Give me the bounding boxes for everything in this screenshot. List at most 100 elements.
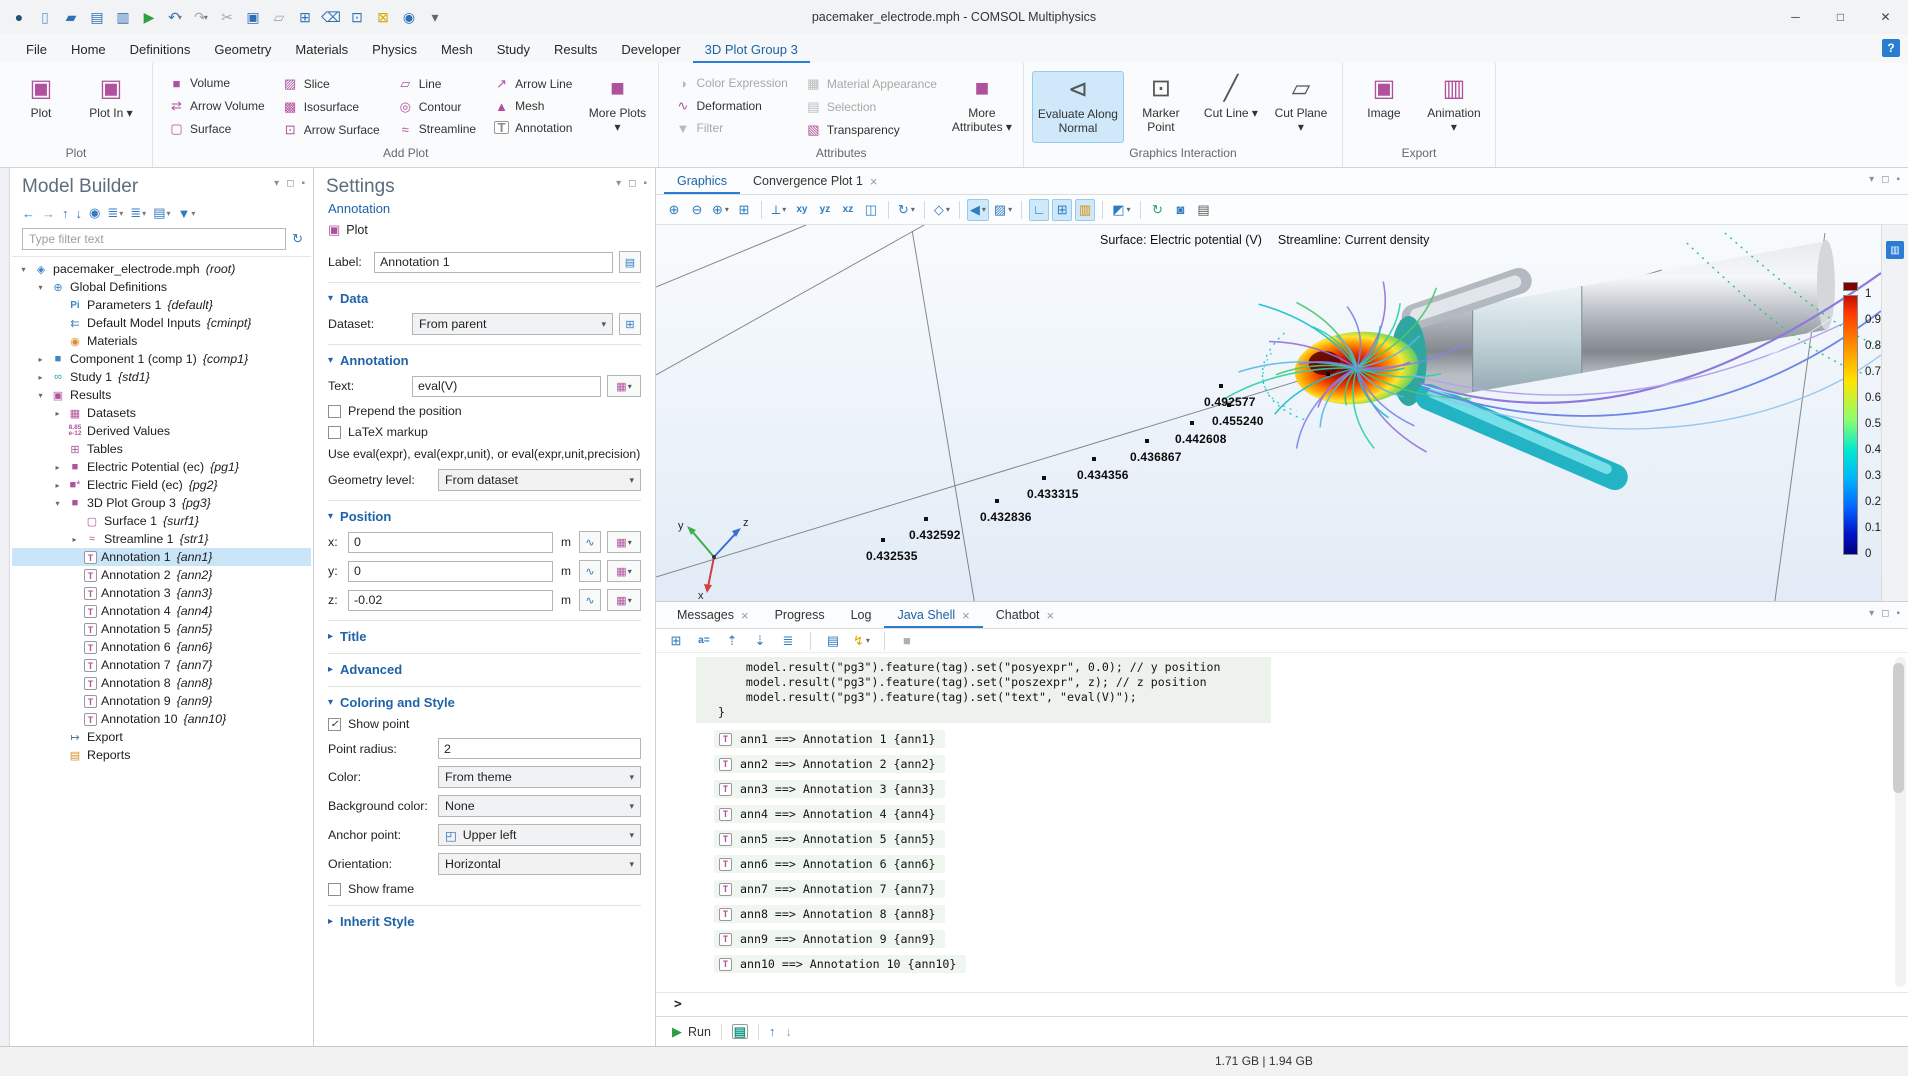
help-icon[interactable]: ? [1882,39,1900,57]
highlight-button[interactable]: ↯▾ [851,630,872,652]
label-input[interactable] [374,252,613,273]
point-radius-input[interactable] [438,738,641,759]
console-tab-progress[interactable]: Progress [762,602,838,628]
transparency-3d-button[interactable]: ▨▾ [992,199,1014,221]
delete-button[interactable]: ⌫ [320,5,342,29]
geometry-level-select[interactable]: From dataset ▾ [438,469,641,491]
chevron-down-icon[interactable]: ▾ [166,209,170,218]
redo-button[interactable]: ↷▾ [190,5,212,29]
open-button[interactable]: ▰ [60,5,82,29]
scene-camera-button[interactable]: ◫ [861,199,881,221]
zoom-extents-button[interactable]: ⊞ [734,199,754,221]
console-tab-chatbot[interactable]: Chatbot× [983,602,1067,628]
chevron-down-icon[interactable]: ▾ [1008,205,1012,214]
plot-button[interactable]: ▣Plot [8,71,74,143]
wrap-button[interactable]: ≣ [778,630,798,652]
history-down-button[interactable]: ↓ [785,1024,792,1039]
back-button[interactable]: ← [22,206,35,221]
z-menu-button[interactable]: ▦ ▾ [607,589,641,611]
orientation-select[interactable]: Horizontal ▾ [438,853,641,875]
chevron-down-icon[interactable]: ▾ [142,209,146,218]
tree-item-component-1-comp-1[interactable]: ▸■Component 1 (comp 1){comp1} [12,350,311,368]
find-button[interactable]: ◉ [398,5,420,29]
print-button[interactable]: ▤ [1194,199,1214,221]
run-button[interactable]: ▶ Run [672,1024,711,1040]
menu-definitions[interactable]: Definitions [118,34,203,63]
select-box-button[interactable]: ⊡ [346,5,368,29]
copy-button[interactable]: ▣ [242,5,264,29]
refresh-icon[interactable]: ↻ [292,231,303,247]
show-button[interactable]: ◉ [89,205,100,221]
chevron-down-icon[interactable]: ▾ [725,205,729,214]
forward-button[interactable]: → [42,206,55,221]
tree-item-annotation-6[interactable]: TAnnotation 6{ann6} [12,638,311,656]
marker-point-button[interactable]: ⊡Marker Point [1128,71,1194,143]
triad-toggle-button[interactable]: ∟ [1029,199,1049,221]
collapsed-panel-icon[interactable]: ▥ [1886,241,1904,259]
environment-button[interactable]: ◇▾ [932,199,952,221]
paste-button[interactable]: ▱ [268,5,290,29]
maximize-button[interactable]: □ [1818,0,1863,34]
view-xy-button[interactable]: xy [792,199,812,221]
add-dataset-button[interactable]: ⊞ [619,313,641,335]
down-button[interactable]: ↓ [76,206,83,221]
tree-item-annotation-1[interactable]: TAnnotation 1{ann1} [12,548,311,566]
expander-icon[interactable]: ▾ [18,265,29,274]
tree-item-electric-potential-ec[interactable]: ▸■Electric Potential (ec){pg1} [12,458,311,476]
history-up-button[interactable]: ↑ [769,1024,776,1039]
tree-item-results[interactable]: ▾▣Results [12,386,311,404]
expander-icon[interactable]: ▾ [35,391,46,400]
streamline-button[interactable]: ≈Streamline [394,121,480,138]
tab-3d-plot-group-3[interactable]: 3D Plot Group 3 [693,34,810,63]
tree-item-3d-plot-group-3[interactable]: ▾■3D Plot Group 3{pg3} [12,494,311,512]
close-tab-icon[interactable]: × [1047,608,1055,623]
menu-study[interactable]: Study [485,34,542,63]
panel-pin-icon[interactable]: ▪ [1896,608,1900,619]
annotation-text-input[interactable] [412,376,601,397]
view-yz-button[interactable]: yz [815,199,835,221]
arrow-volume-button[interactable]: ⇄Arrow Volume [165,97,269,115]
menu-results[interactable]: Results [542,34,609,63]
collapse-button[interactable]: ≣▾ [107,205,123,221]
surface-button[interactable]: ▢Surface [165,120,269,138]
chevron-down-icon[interactable]: ▾ [911,205,915,214]
close-tab-icon[interactable]: × [962,608,970,623]
tree-item-annotation-10[interactable]: TAnnotation 10{ann10} [12,710,311,728]
console-tab-java-shell[interactable]: Java Shell× [884,602,982,628]
evaluate-along-normal-button[interactable]: ⊲Evaluate Along Normal [1032,71,1124,143]
deformation-button[interactable]: ∿Deformation [671,97,791,115]
menu-home[interactable]: Home [59,34,118,63]
up-button[interactable]: ↑ [62,206,69,221]
tree-item-surface-1[interactable]: ▢Surface 1{surf1} [12,512,311,530]
filter-input[interactable] [22,228,286,250]
new-button[interactable]: ▯ [34,5,56,29]
contour-button[interactable]: ◎Contour [394,98,480,116]
panel-menu-icon[interactable]: ▾ [616,178,621,189]
save-as-button[interactable]: ▥ [112,5,134,29]
more-plots-button[interactable]: ■More Plots ▾ [584,71,650,143]
more-attributes-button[interactable]: ■More Attributes ▾ [949,71,1015,143]
y-menu-button[interactable]: ▦ ▾ [607,560,641,582]
run-button[interactable]: ▶ [138,5,160,29]
panel-pin-icon[interactable]: ▪ [301,178,305,189]
tree-item-materials[interactable]: ◉Materials [12,332,311,350]
save-button[interactable]: ▤ [86,5,108,29]
color-select[interactable]: From theme ▾ [438,766,641,788]
menu-developer[interactable]: Developer [609,34,692,63]
panel-menu-icon[interactable]: ▾ [1869,608,1874,619]
tree-item-annotation-5[interactable]: TAnnotation 5{ann5} [12,620,311,638]
snapshot-button[interactable]: ◙ [1171,199,1191,221]
close-tab-icon[interactable]: × [741,608,749,623]
expand-button[interactable]: ⇣ [750,630,770,652]
data-section-header[interactable]: ▾ Data [328,282,641,306]
format-button[interactable]: ⊞ [666,630,686,652]
zoom-box-button[interactable]: ⊕▾ [710,199,731,221]
tree-item-derived-values[interactable]: 8.85e-12Derived Values [12,422,311,440]
latex-markup-checkbox[interactable] [328,426,341,439]
show-console-button[interactable]: ▤ [732,1024,748,1039]
line-button[interactable]: ▱Line [394,75,480,93]
arrow-line-button[interactable]: ↗Arrow Line [490,75,576,93]
chevron-down-icon[interactable]: ▾ [782,205,786,214]
z-input[interactable] [348,590,553,611]
legend-toggle-button[interactable]: ▥ [1075,199,1095,221]
